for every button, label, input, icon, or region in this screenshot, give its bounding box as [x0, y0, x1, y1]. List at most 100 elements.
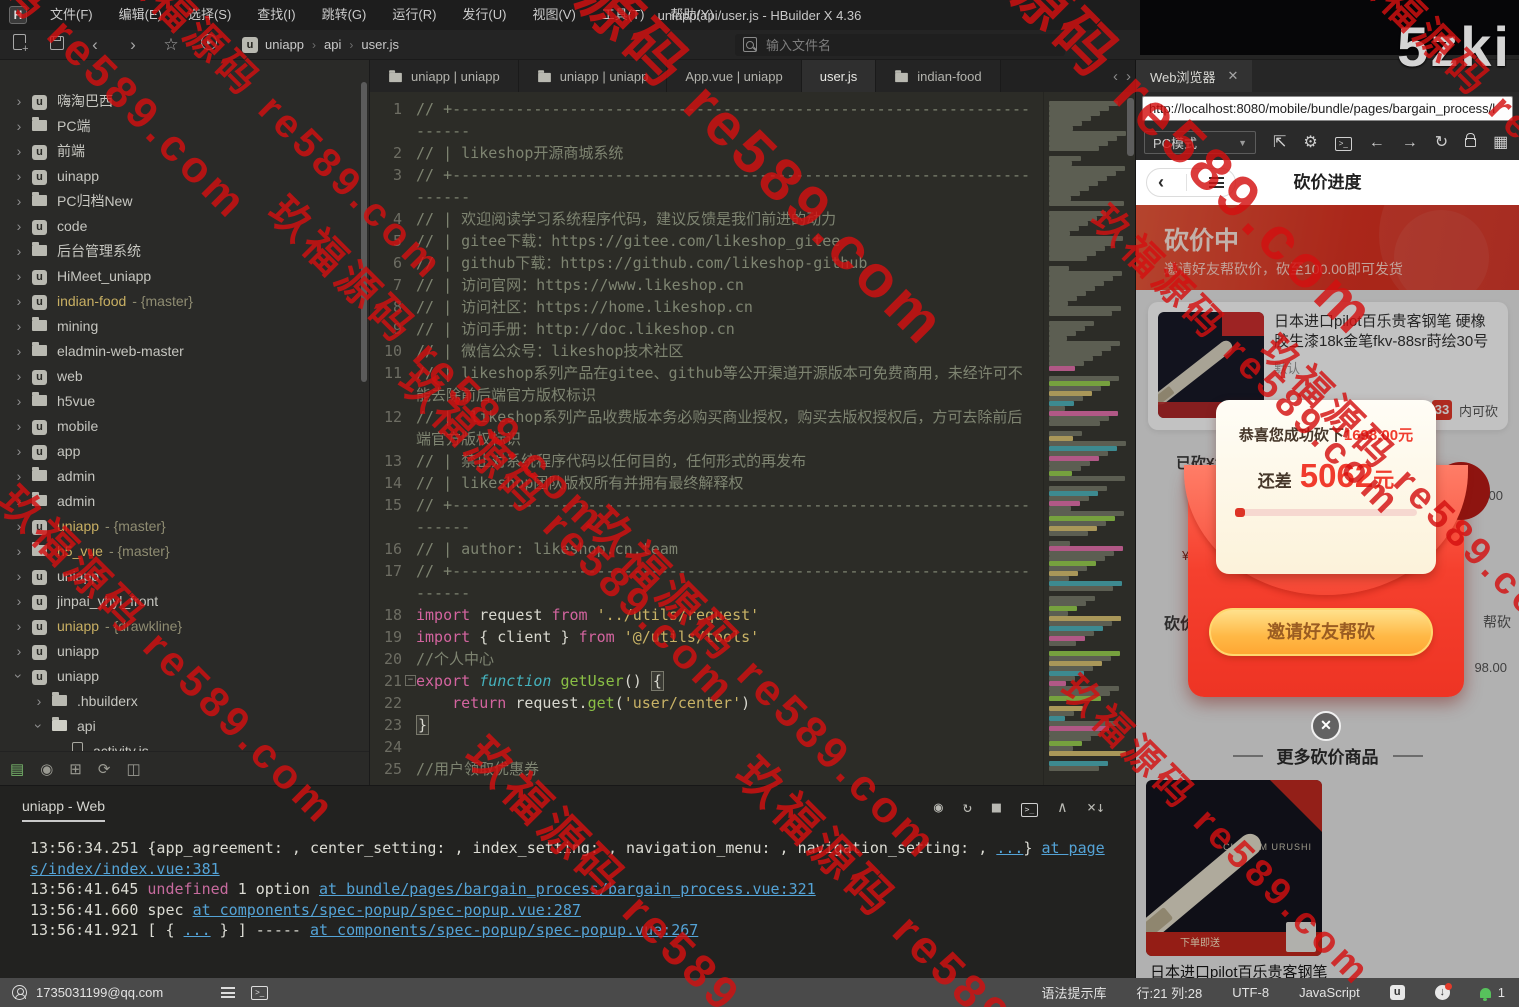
back-icon[interactable]: ‹: [1158, 172, 1164, 193]
tree-item-jinpai_yhyl_front[interactable]: ›ujinpai_yhyl_front: [0, 588, 369, 613]
debug-icon[interactable]: ◉: [934, 798, 943, 817]
chevron-icon[interactable]: ›: [32, 693, 46, 709]
close-icon[interactable]: ✕: [1228, 68, 1239, 84]
breadcrumb-project[interactable]: uniapp: [265, 37, 304, 52]
chevron-icon[interactable]: ›: [12, 643, 26, 659]
syntax-library[interactable]: 语法提示库: [1041, 983, 1106, 1002]
chevron-icon[interactable]: ›: [12, 493, 26, 509]
clear-console-icon[interactable]: ×↓: [1087, 798, 1105, 817]
chevron-icon[interactable]: ›: [31, 719, 47, 733]
refresh-icon[interactable]: ⟳: [98, 760, 111, 778]
code-editor[interactable]: 1// +-----------------------------------…: [370, 92, 1135, 785]
console-source-link[interactable]: ...: [996, 839, 1023, 857]
chevron-icon[interactable]: ›: [12, 168, 26, 184]
tree-item-PC端[interactable]: ›PC端: [0, 113, 369, 138]
chevron-icon[interactable]: ›: [12, 443, 26, 459]
terminal-icon[interactable]: >_: [1335, 134, 1352, 151]
chevron-icon[interactable]: ›: [12, 218, 26, 234]
breadcrumb-folder[interactable]: api: [324, 37, 341, 52]
forward-icon[interactable]: →: [1402, 135, 1418, 151]
editor-tab-App.vue-uniapp[interactable]: App.vue | uniapp: [667, 60, 801, 92]
tree-item-uinapp[interactable]: ›uuinapp: [0, 163, 369, 188]
collapse-icon[interactable]: ∧: [1058, 798, 1067, 817]
chevron-icon[interactable]: ›: [12, 118, 26, 134]
tree-item-app[interactable]: ›uapp: [0, 438, 369, 463]
console-icon[interactable]: ▤: [10, 760, 24, 778]
menu-item-6[interactable]: 发行(U): [449, 0, 519, 30]
chevron-icon[interactable]: ›: [12, 418, 26, 434]
split-view-icon[interactable]: ◫: [126, 760, 140, 778]
encoding[interactable]: UTF-8: [1232, 985, 1269, 1000]
url-input[interactable]: [1142, 96, 1513, 121]
update-icon[interactable]: ↓: [1435, 985, 1450, 1000]
console-source-link[interactable]: at bundle/pages/bargain_process/bargain_…: [319, 880, 816, 898]
menu-item-4[interactable]: 跳转(G): [309, 0, 380, 30]
browser-tab[interactable]: Web浏览器 ✕: [1136, 60, 1252, 92]
minimap-scrollbar[interactable]: [1127, 98, 1134, 156]
gear-icon[interactable]: ⚙: [1303, 135, 1317, 151]
chevron-icon[interactable]: ›: [12, 243, 26, 259]
editor-tab-uniapp-uniapp[interactable]: uniapp | uniapp: [370, 60, 519, 92]
chevron-icon[interactable]: ›: [12, 143, 26, 159]
chevron-icon[interactable]: ›: [12, 593, 26, 609]
popup-close-button[interactable]: ✕: [1311, 711, 1341, 741]
chevron-icon[interactable]: ›: [12, 568, 26, 584]
nav-forward-button[interactable]: ›: [114, 35, 152, 55]
account-email[interactable]: 1735031199@qq.com: [36, 985, 163, 1000]
console-source-link[interactable]: at components/spec-popup/spec-popup.vue:…: [310, 921, 698, 939]
tree-item-code[interactable]: ›ucode: [0, 213, 369, 238]
menu-item-9[interactable]: 帮助(Y): [657, 0, 726, 30]
chevron-icon[interactable]: ›: [12, 293, 26, 309]
tree-item-.hbuilderx[interactable]: ›.hbuilderx: [0, 688, 369, 713]
notification-group[interactable]: 1: [1480, 985, 1505, 1000]
chevron-icon[interactable]: ›: [12, 268, 26, 284]
menu-item-8[interactable]: 工具(T): [589, 0, 658, 30]
tree-item-admin[interactable]: ›admin: [0, 463, 369, 488]
language-mode[interactable]: JavaScript: [1299, 985, 1360, 1000]
restart-icon[interactable]: ↻: [963, 798, 972, 817]
new-file-button[interactable]: [0, 34, 38, 55]
new-terminal-icon[interactable]: >_: [1021, 798, 1038, 817]
save-button[interactable]: [38, 35, 76, 55]
tab-scroll-right-icon[interactable]: ›: [1126, 68, 1131, 85]
back-icon[interactable]: ←: [1369, 135, 1385, 151]
menu-item-1[interactable]: 编辑(E): [106, 0, 175, 30]
tree-item-嗨淘巴西[interactable]: ›u嗨淘巴西: [0, 88, 369, 113]
sidebar-scrollbar[interactable]: [361, 82, 367, 382]
menu-item-5[interactable]: 运行(R): [379, 0, 449, 30]
tree-item-api[interactable]: ›api: [0, 713, 369, 738]
tree-item-uniapp[interactable]: ›uuniapp: [0, 638, 369, 663]
favorite-button[interactable]: ☆: [152, 35, 190, 55]
chevron-icon[interactable]: ›: [11, 669, 27, 683]
chevron-icon[interactable]: ›: [12, 368, 26, 384]
refresh-icon[interactable]: ↻: [1435, 135, 1448, 151]
tab-scroll-left-icon[interactable]: ‹: [1113, 68, 1118, 85]
file-search-input[interactable]: 输入文件名: [735, 34, 1065, 56]
chevron-icon[interactable]: ›: [12, 318, 26, 334]
stop-icon[interactable]: ■: [992, 798, 1001, 817]
chevron-icon[interactable]: ›: [12, 193, 26, 209]
tree-item-uniapp[interactable]: ›uuniapp- {drawkline}: [0, 613, 369, 638]
menu-item-3[interactable]: 查找(I): [244, 0, 308, 30]
tree-item-uniapp[interactable]: ›uuniapp: [0, 563, 369, 588]
editor-tab-indian-food[interactable]: indian-food: [876, 60, 1000, 92]
chevron-icon[interactable]: ›: [12, 343, 26, 359]
run-button[interactable]: [190, 34, 228, 55]
qrcode-icon[interactable]: ▦: [1493, 135, 1508, 151]
device-mode-select[interactable]: PC模式 ▼: [1144, 131, 1256, 154]
chevron-icon[interactable]: ›: [12, 468, 26, 484]
menu-item-2[interactable]: 选择(S): [175, 0, 244, 30]
tree-item-indian-food[interactable]: ›uindian-food- {master}: [0, 288, 369, 313]
uniapp-icon[interactable]: u: [1390, 985, 1405, 1000]
chevron-icon[interactable]: ›: [12, 393, 26, 409]
menu-icon[interactable]: [1209, 177, 1224, 188]
cursor-position[interactable]: 行:21 列:28: [1136, 983, 1202, 1002]
tree-item-admin[interactable]: ›admin: [0, 488, 369, 513]
fold-marker-icon[interactable]: −: [405, 675, 416, 686]
chevron-icon[interactable]: ›: [12, 543, 26, 559]
grid-icon[interactable]: ⊞: [69, 760, 82, 778]
outline-icon[interactable]: [221, 987, 235, 998]
chevron-icon[interactable]: ›: [12, 93, 26, 109]
console-source-link[interactable]: at components/spec-popup/spec-popup.vue:…: [193, 901, 581, 919]
editor-tab-uniapp-uniapp[interactable]: uniapp | uniapp: [519, 60, 668, 92]
